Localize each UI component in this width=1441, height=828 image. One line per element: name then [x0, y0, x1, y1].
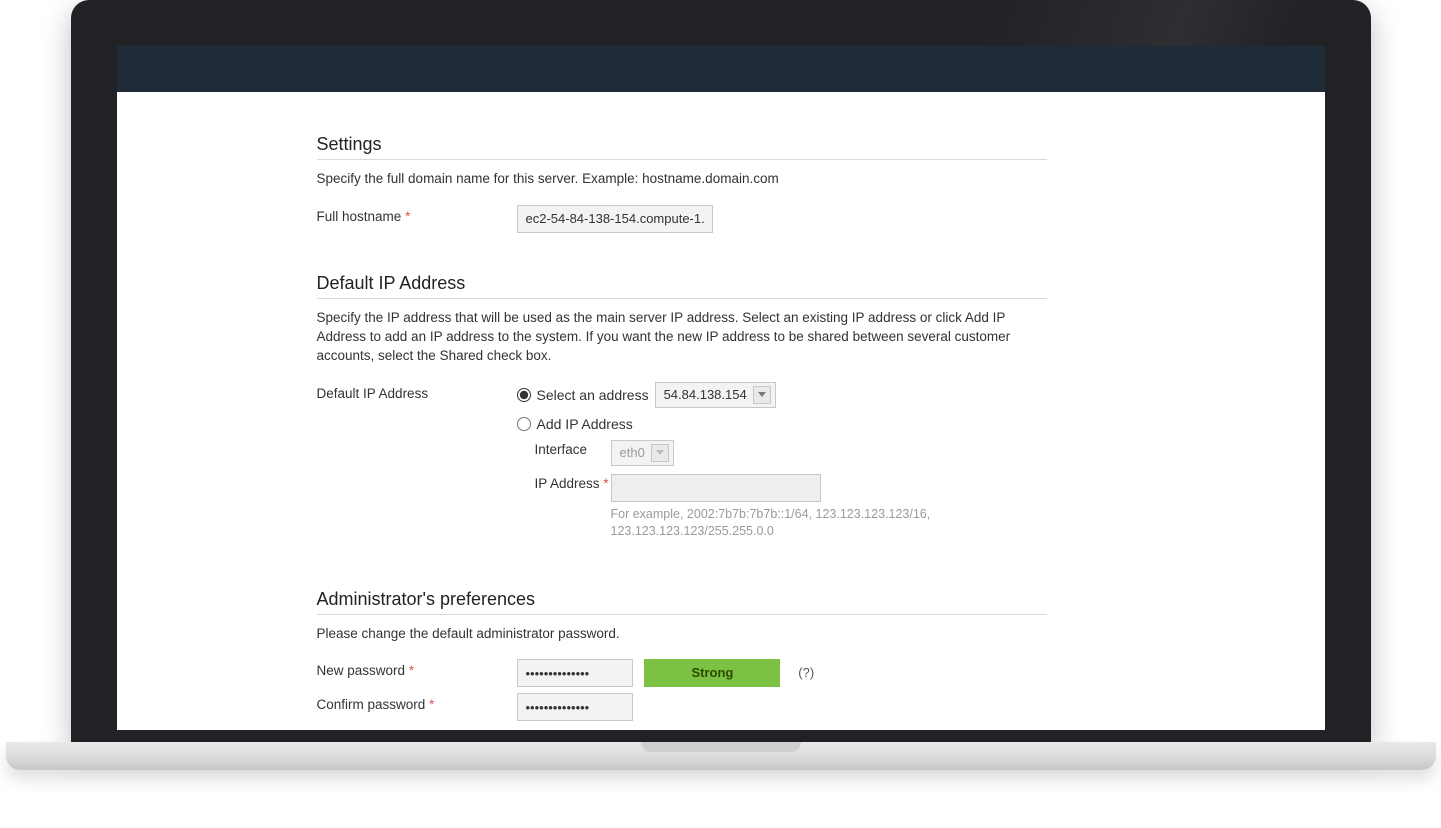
section-title-admin: Administrator's preferences — [317, 589, 1047, 615]
settings-description: Specify the full domain name for this se… — [317, 170, 1047, 189]
interface-select: eth0 — [611, 440, 674, 466]
chevron-down-icon — [651, 444, 669, 462]
select-address-label: Select an address — [537, 387, 649, 403]
section-title-settings: Settings — [317, 134, 1047, 160]
add-ip-option[interactable]: Add IP Address — [517, 416, 1047, 432]
laptop-base — [6, 742, 1436, 770]
new-password-label: New password * — [317, 659, 517, 678]
new-password-row: New password * Strong (?) — [317, 659, 1047, 687]
section-title-ip: Default IP Address — [317, 273, 1047, 299]
confirm-password-label: Confirm password * — [317, 693, 517, 712]
top-bar — [117, 46, 1325, 92]
required-asterisk: * — [409, 663, 414, 678]
interface-label: Interface — [535, 440, 611, 457]
password-help-link[interactable]: (?) — [798, 659, 814, 687]
select-address-option[interactable]: Select an address 54.84.138.154 — [517, 382, 1047, 408]
confirm-password-row: Confirm password * — [317, 693, 1047, 721]
interface-value: eth0 — [620, 445, 645, 460]
new-password-input[interactable] — [517, 659, 633, 687]
add-ip-label: Add IP Address — [537, 416, 633, 432]
interface-row: Interface eth0 — [535, 440, 1047, 466]
default-ip-row: Default IP Address Select an address 54.… — [317, 382, 1047, 549]
ip-address-label: IP Address * — [535, 474, 611, 491]
laptop-bezel: Settings Specify the full domain name fo… — [71, 0, 1371, 742]
bezel-bottom — [117, 730, 1325, 742]
laptop-notch — [641, 742, 801, 752]
hostname-input[interactable] — [517, 205, 713, 233]
ip-description: Specify the IP address that will be used… — [317, 309, 1047, 366]
required-asterisk: * — [429, 697, 434, 712]
ip-address-input — [611, 474, 821, 502]
confirm-password-input[interactable] — [517, 693, 633, 721]
screen: Settings Specify the full domain name fo… — [117, 46, 1325, 730]
chevron-down-icon[interactable] — [753, 386, 771, 404]
required-asterisk: * — [405, 209, 410, 224]
ip-select-value: 54.84.138.154 — [664, 387, 747, 402]
default-ip-label: Default IP Address — [317, 382, 517, 401]
ip-select[interactable]: 54.84.138.154 — [655, 382, 776, 408]
required-asterisk: * — [603, 476, 608, 491]
ip-address-row: IP Address * For example, 2002:7b7b:7b7b… — [535, 474, 1047, 541]
ip-address-hint: For example, 2002:7b7b:7b7b::1/64, 123.1… — [611, 506, 941, 541]
settings-form: Settings Specify the full domain name fo… — [117, 134, 1077, 730]
add-ip-radio[interactable] — [517, 417, 531, 431]
hostname-label: Full hostname * — [317, 205, 517, 224]
bezel-glare — [991, 0, 1371, 46]
hostname-row: Full hostname * — [317, 205, 1047, 233]
select-address-radio[interactable] — [517, 388, 531, 402]
admin-description: Please change the default administrator … — [317, 625, 1047, 644]
password-strength-badge: Strong — [644, 659, 780, 687]
